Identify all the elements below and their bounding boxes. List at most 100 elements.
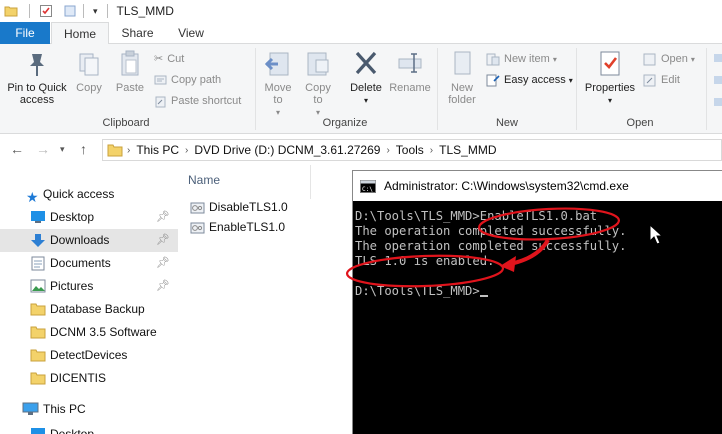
copy-path-button[interactable]: Copy path	[154, 71, 221, 89]
paste-icon	[121, 50, 139, 76]
documents-icon	[31, 256, 45, 271]
nav-item-pictures[interactable]: Pictures 📌︎	[0, 275, 178, 298]
nav-item-detect-devices[interactable]: DetectDevices	[0, 344, 178, 367]
window-title: TLS_MMD	[116, 4, 174, 18]
easy-access-icon	[486, 74, 500, 87]
properties-icon	[600, 51, 620, 76]
rename-icon	[398, 53, 422, 73]
pictures-icon	[30, 279, 46, 293]
delete-button[interactable]: Delete ▾	[346, 48, 386, 107]
new-folder-quick-icon[interactable]	[63, 4, 77, 18]
select-icon[interactable]	[712, 52, 722, 112]
folder-icon	[4, 6, 18, 17]
nav-item-downloads[interactable]: Downloads 📌︎	[0, 229, 178, 252]
move-to-button[interactable]: Move to ▾	[260, 48, 296, 119]
pin-icon[interactable]: 📌︎	[156, 252, 170, 275]
computer-icon	[22, 402, 39, 415]
recent-locations-chevron-icon[interactable]: ▾	[60, 144, 65, 155]
breadcrumb-chevron-icon[interactable]: ›	[386, 145, 389, 156]
paste-button[interactable]: Paste	[112, 48, 148, 94]
folder-icon	[107, 144, 123, 157]
tab-view[interactable]: View	[166, 22, 216, 44]
open-button[interactable]: Open ▾	[643, 50, 695, 68]
paste-shortcut-button[interactable]: Paste shortcut	[154, 92, 241, 110]
cmd-line-status: TLS 1.0 is enabled.	[355, 254, 495, 268]
breadcrumb-this-pc[interactable]: This PC	[136, 143, 179, 157]
back-arrow-icon[interactable]: ←	[10, 141, 24, 157]
breadcrumb-chevron-icon[interactable]: ›	[127, 145, 130, 156]
nav-item-dicentis[interactable]: DICENTIS	[0, 367, 178, 390]
pin-to-quick-access-button[interactable]: Pin to Quick access	[4, 48, 70, 106]
cmd-window[interactable]: C:\ Administrator: C:\Windows\system32\c…	[352, 170, 722, 434]
copy-to-icon	[307, 52, 329, 76]
breadcrumb-tls-mmd[interactable]: TLS_MMD	[439, 143, 496, 157]
copy-to-button[interactable]: Copy to ▾	[300, 48, 336, 119]
open-icon	[643, 53, 656, 66]
pin-icon[interactable]: 📌︎	[156, 206, 170, 229]
cmd-line-blank: ​	[355, 269, 627, 284]
copy-button[interactable]: Copy	[72, 48, 106, 94]
ribbon: Pin to Quick access Copy Paste ✂ Cut Copy…	[0, 44, 722, 134]
breadcrumb-tools[interactable]: Tools	[396, 143, 424, 157]
organize-group-label: Organize	[322, 117, 368, 129]
folder-icon	[30, 349, 46, 362]
folder-icon	[30, 326, 46, 339]
edit-button[interactable]: Edit	[643, 71, 680, 89]
delete-x-icon	[355, 51, 377, 75]
breadcrumb-chevron-icon[interactable]: ›	[430, 145, 433, 156]
folder-icon	[30, 372, 46, 385]
rename-button[interactable]: Rename	[388, 48, 432, 94]
nav-item-desktop-this-pc[interactable]: Desktop	[0, 423, 178, 434]
nav-item-desktop[interactable]: Desktop 📌︎	[0, 206, 178, 229]
pin-icon[interactable]: 📌︎	[156, 229, 170, 252]
customize-quick-access-icon[interactable]: ▾	[93, 6, 98, 17]
tab-share[interactable]: Share	[110, 22, 165, 44]
nav-item-database-backup[interactable]: Database Backup	[0, 298, 178, 321]
download-arrow-icon	[31, 234, 45, 247]
cmd-output[interactable]: D:\Tools\TLS_MMD>EnableTLS1.0.bat The ope…	[355, 209, 627, 299]
batch-file-icon	[190, 202, 205, 214]
new-folder-button[interactable]: New folder	[442, 48, 482, 106]
tab-home[interactable]: Home	[51, 22, 109, 45]
copy-icon	[79, 53, 99, 76]
column-divider[interactable]	[310, 165, 311, 199]
nav-item-documents[interactable]: Documents 📌︎	[0, 252, 178, 275]
cmd-icon: C:\	[360, 179, 376, 193]
address-bar[interactable]: › This PC › DVD Drive (D:) DCNM_3.61.272…	[102, 139, 722, 161]
cmd-title-bar[interactable]: C:\ Administrator: C:\Windows\system32\c…	[353, 171, 722, 201]
desktop-icon	[31, 211, 45, 223]
breadcrumb-chevron-icon[interactable]: ›	[185, 145, 188, 156]
clipboard-group-label: Clipboard	[102, 117, 150, 129]
forward-arrow-icon[interactable]: →	[36, 141, 50, 157]
edit-icon	[643, 74, 656, 87]
nav-item-dcnm-software[interactable]: DCNM 3.5 Software	[0, 321, 178, 344]
file-list: Name DisableTLS1.0 EnableTLS1.0	[180, 165, 352, 434]
nav-item-this-pc[interactable]: This PC	[0, 398, 178, 421]
new-item-button[interactable]: New item ▾	[486, 50, 557, 68]
properties-check-icon[interactable]	[39, 4, 53, 18]
new-item-icon	[486, 53, 500, 66]
column-header-name[interactable]: Name	[188, 173, 220, 187]
properties-button[interactable]: Properties ▾	[580, 48, 640, 107]
svg-text:C:\: C:\	[362, 186, 373, 193]
cut-button[interactable]: ✂ Cut	[154, 50, 184, 68]
file-item-enable-tls[interactable]: EnableTLS1.0	[190, 217, 285, 237]
folder-icon	[30, 303, 46, 316]
breadcrumb-dvd-drive[interactable]: DVD Drive (D:) DCNM_3.61.27269	[194, 143, 380, 157]
ribbon-tabs: File Home Share View	[0, 22, 722, 45]
address-row: ← → ▾ ↑ › This PC › DVD Drive (D:) DCNM_…	[0, 135, 722, 165]
scissors-icon: ✂	[154, 53, 164, 66]
cmd-line-prompt: D:\Tools\TLS_MMD>	[355, 284, 627, 299]
title-bar: ▾ TLS_MMD	[0, 0, 722, 22]
tab-file[interactable]: File	[0, 22, 50, 44]
open-group-label: Open	[626, 117, 654, 129]
nav-item-quick-access[interactable]: ★ Quick access	[0, 183, 178, 206]
up-arrow-icon[interactable]: ↑	[80, 141, 87, 157]
easy-access-button[interactable]: Easy access ▾	[486, 71, 573, 89]
cmd-line-output-1: The operation completed successfully.	[355, 224, 627, 238]
paste-shortcut-icon	[155, 96, 166, 108]
file-item-disable-tls[interactable]: DisableTLS1.0	[190, 197, 288, 217]
navigation-pane: ★ Quick access Desktop 📌︎ Downloads 📌︎ D…	[0, 178, 178, 434]
copy-path-icon	[154, 75, 167, 85]
pin-icon[interactable]: 📌︎	[156, 275, 170, 298]
